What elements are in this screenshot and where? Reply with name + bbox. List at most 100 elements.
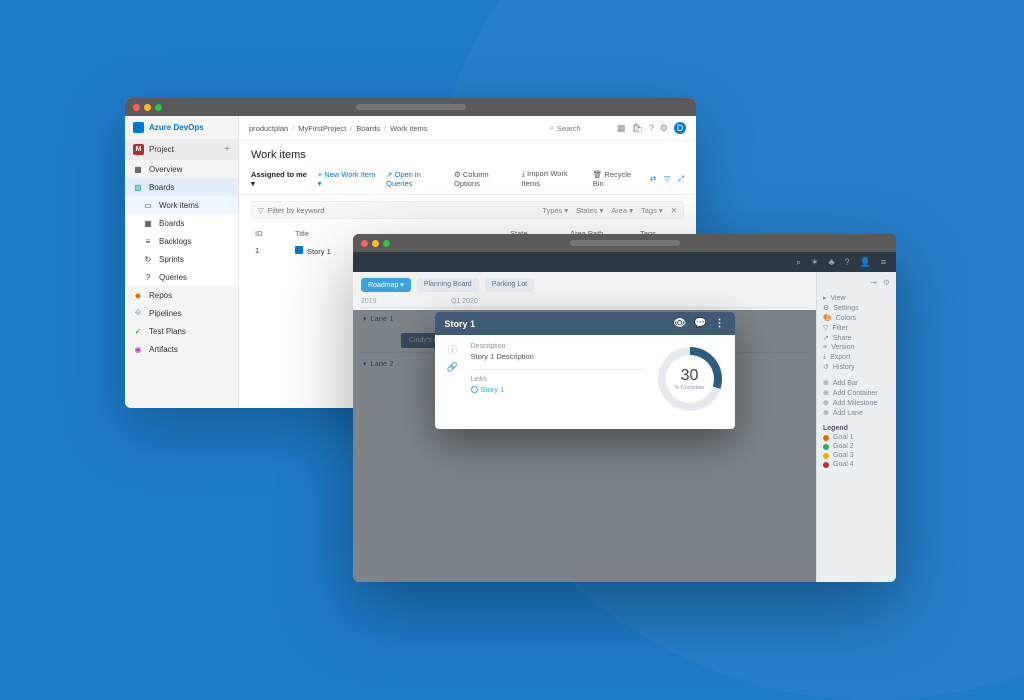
nav-queries[interactable]: ?Queries xyxy=(125,268,238,286)
maximize-dot-2[interactable] xyxy=(383,240,390,247)
help-icon[interactable]: ? xyxy=(649,123,654,133)
queries-icon: ? xyxy=(143,272,153,282)
user-avatar[interactable]: D xyxy=(674,122,686,134)
pipelines-icon: ⟐ xyxy=(133,308,143,318)
side-version[interactable]: ≡ Version xyxy=(823,343,890,352)
nav-overview[interactable]: ▦Overview xyxy=(125,160,238,178)
linked-item[interactable]: Story 1 xyxy=(471,385,645,394)
open-queries-button[interactable]: ↗ Open in Queries xyxy=(386,170,444,188)
tab-parking[interactable]: Parking Lot xyxy=(485,278,534,292)
maximize-dot[interactable] xyxy=(155,104,162,111)
side-history[interactable]: ↺ History xyxy=(823,362,890,372)
backlogs-icon: ≡ xyxy=(143,236,153,246)
fullscreen-icon[interactable]: ⤢ xyxy=(678,174,684,184)
import-button[interactable]: ⤓ Import Work Items xyxy=(522,169,583,188)
legend-goal1[interactable]: Goal 1 xyxy=(823,433,890,442)
legend-goal2[interactable]: Goal 2 xyxy=(823,442,890,451)
pp-topbar: ⌕ ✶ ♣ ? 👤 ≡ xyxy=(353,252,896,272)
tab-roadmap[interactable]: Roadmap ▾ xyxy=(361,278,411,292)
azure-sidebar: Azure DevOps M Project + ▦Overview ▧Boar… xyxy=(125,116,239,408)
close-filter-icon[interactable]: ✕ xyxy=(671,206,677,215)
cell-id: 1 xyxy=(255,246,295,256)
nav-work-items[interactable]: ▭Work items xyxy=(125,196,238,214)
minimize-dot-2[interactable] xyxy=(372,240,379,247)
pp-help-icon[interactable]: ? xyxy=(845,257,850,267)
grid-icon[interactable]: ▦ xyxy=(617,123,626,134)
pp-menu-icon[interactable]: ≡ xyxy=(881,257,886,267)
filter-icon[interactable]: ▽ xyxy=(664,174,670,184)
new-work-item-button[interactable]: + New Work Item ▾ xyxy=(318,170,376,188)
bag-icon[interactable]: 🛍 xyxy=(631,123,642,134)
filter-states[interactable]: States ▾ xyxy=(576,206,603,215)
side-export[interactable]: ⤓ Export xyxy=(823,352,890,362)
side-add-container[interactable]: ⊕ Add Container xyxy=(823,388,890,398)
add-project-icon[interactable]: + xyxy=(224,144,230,155)
nav-backlogs[interactable]: ≡Backlogs xyxy=(125,232,238,250)
comment-icon[interactable]: 💬 xyxy=(694,318,706,329)
side-share[interactable]: ↗ Share xyxy=(823,333,890,343)
boards-sub-icon: ▦ xyxy=(143,218,153,228)
more-icon[interactable]: ⋮ xyxy=(715,318,725,329)
settings-icon[interactable]: ⚙ xyxy=(660,123,668,134)
tab-planning[interactable]: Planning Board xyxy=(417,278,479,292)
azure-brand-label: Azure DevOps xyxy=(149,123,204,132)
nav-test-plans[interactable]: ✓Test Plans xyxy=(125,322,238,340)
crumb-page[interactable]: Work items xyxy=(390,124,427,133)
pp-side-panel: ⇥ ⚙ ▸ View ⚙ Settings 🎨 Colors ▽ Filter ↗… xyxy=(816,272,896,582)
filter-area[interactable]: Area ▾ xyxy=(611,206,633,215)
crumb-section[interactable]: Boards xyxy=(356,124,380,133)
percent-value: 30 xyxy=(681,367,699,385)
address-bar xyxy=(356,104,466,110)
filter-tags[interactable]: Tags ▾ xyxy=(641,206,663,215)
collapse-icon[interactable]: ⇥ xyxy=(870,278,877,287)
filter-input[interactable] xyxy=(268,206,539,215)
artifacts-icon: ◉ xyxy=(133,344,143,354)
side-colors[interactable]: 🎨 Colors xyxy=(823,313,890,323)
side-settings[interactable]: ⚙ Settings xyxy=(823,303,890,313)
window-titlebar xyxy=(125,98,696,116)
column-options-button[interactable]: ⚙ Column Options xyxy=(454,170,512,188)
legend-goal3[interactable]: Goal 3 xyxy=(823,451,890,460)
close-dot[interactable] xyxy=(133,104,140,111)
pp-user-icon[interactable]: 👤 xyxy=(860,257,871,268)
crumb-org[interactable]: productplan xyxy=(249,124,288,133)
view-options-icon[interactable]: ⇄ xyxy=(650,174,656,184)
legend-goal4[interactable]: Goal 4 xyxy=(823,460,890,469)
search-box[interactable]: ⌕ xyxy=(550,123,607,133)
nav-boards[interactable]: ▧Boards xyxy=(125,178,238,196)
page-title: Work items xyxy=(239,141,696,165)
visibility-icon[interactable]: 👁 xyxy=(673,318,686,329)
link-icon[interactable]: 🔗 xyxy=(447,362,458,373)
boards-icon: ▧ xyxy=(133,182,143,192)
pp-main: Roadmap ▾ Planning Board Parking Lot 201… xyxy=(353,272,816,582)
th-id[interactable]: ID xyxy=(255,229,295,238)
panel-gear-icon[interactable]: ⚙ xyxy=(883,278,890,287)
search-input[interactable] xyxy=(557,124,607,133)
link-bullet-icon xyxy=(471,386,478,393)
pp-gear-icon[interactable]: ✶ xyxy=(811,257,819,268)
side-add-milestone[interactable]: ⊕ Add Milestone xyxy=(823,398,890,408)
side-filter[interactable]: ▽ Filter xyxy=(823,323,890,333)
side-add-lane[interactable]: ⊕ Add Lane xyxy=(823,408,890,418)
filter-types[interactable]: Types ▾ xyxy=(542,206,568,215)
pp-bell-icon[interactable]: ♣ xyxy=(829,257,835,267)
crumb-project[interactable]: MyFirstProject xyxy=(298,124,346,133)
azure-brand[interactable]: Azure DevOps xyxy=(125,116,238,139)
nav-boards-sub[interactable]: ▦Boards xyxy=(125,214,238,232)
side-add-bar[interactable]: ⊕ Add Bar xyxy=(823,378,890,388)
nav-sprints[interactable]: ↻Sprints xyxy=(125,250,238,268)
minimize-dot[interactable] xyxy=(144,104,151,111)
assigned-filter[interactable]: Assigned to me ▾ xyxy=(251,170,308,188)
nav-repos[interactable]: ◆Repos xyxy=(125,286,238,304)
recycle-button[interactable]: 🗑 Recycle Bin xyxy=(593,170,640,188)
info-icon[interactable]: ⓘ xyxy=(448,343,457,356)
project-selector[interactable]: M Project + xyxy=(125,139,238,160)
nav-pipelines[interactable]: ⟐Pipelines xyxy=(125,304,238,322)
side-view[interactable]: ▸ View xyxy=(823,293,890,303)
close-dot-2[interactable] xyxy=(361,240,368,247)
window-titlebar-2 xyxy=(353,234,896,252)
nav-artifacts[interactable]: ◉Artifacts xyxy=(125,340,238,358)
percent-complete-chart: 30 % Complete xyxy=(658,347,722,411)
pp-search-icon[interactable]: ⌕ xyxy=(796,257,801,268)
desc-value: Story 1 Description xyxy=(471,352,645,361)
